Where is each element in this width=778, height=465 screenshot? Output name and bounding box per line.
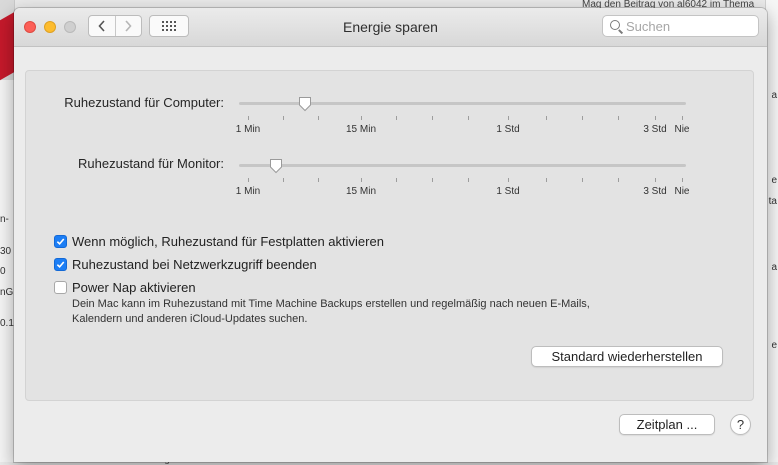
computer-sleep-slider-thumb[interactable] — [298, 96, 312, 112]
slider-tick — [468, 116, 469, 120]
background-text: 0 — [0, 266, 6, 277]
help-button[interactable]: ? — [730, 414, 751, 435]
checkbox-unchecked[interactable] — [54, 281, 67, 294]
slider-tick-label: 1 Std — [496, 124, 520, 135]
checkbox-label: Ruhezustand bei Netzwerkzugriff beenden — [72, 257, 317, 272]
background-text: e — [771, 340, 777, 351]
checkmark-icon — [56, 238, 65, 246]
checkbox-label: Wenn möglich, Ruhezustand für Festplatte… — [72, 234, 384, 249]
slider-tick-label: 15 Min — [345, 186, 377, 197]
background-text: n- — [0, 214, 9, 225]
slider-tick — [361, 178, 362, 182]
slider-tick — [361, 116, 362, 120]
search-field[interactable]: Suchen — [602, 15, 759, 37]
title-bar: Energie sparen Suchen — [14, 8, 767, 47]
monitor-sleep-slider-thumb[interactable] — [269, 158, 283, 174]
slider-tick — [618, 178, 619, 182]
background-text: 0.1 — [0, 318, 14, 329]
slider-tick — [248, 178, 249, 182]
slider-tick — [432, 116, 433, 120]
background-text: a — [771, 90, 777, 101]
checkbox-wake-network[interactable]: Ruhezustand bei Netzwerkzugriff beenden — [54, 257, 317, 272]
search-placeholder: Suchen — [626, 19, 671, 34]
energy-saver-window: Energie sparen Suchen Ruhezustand für Co… — [14, 8, 767, 462]
slider-tick — [396, 178, 397, 182]
slider-tick — [682, 116, 683, 120]
slider-tick-label: Nie — [674, 186, 690, 197]
checkbox-checked[interactable] — [54, 258, 67, 271]
computer-sleep-label: Ruhezustand für Computer: — [64, 95, 224, 110]
slider-tick — [582, 116, 583, 120]
slider-tick — [655, 178, 656, 182]
slider-tick — [248, 116, 249, 120]
checkbox-checked[interactable] — [54, 235, 67, 248]
power-nap-description: Dein Mac kann im Ruhezustand mit Time Ma… — [72, 298, 590, 325]
slider-tick — [318, 116, 319, 120]
slider-tick — [283, 178, 284, 182]
slider-tick — [546, 116, 547, 120]
checkbox-hard-disk-sleep[interactable]: Wenn möglich, Ruhezustand für Festplatte… — [54, 234, 384, 249]
slider-tick — [508, 178, 509, 182]
slider-tick — [582, 178, 583, 182]
slider-tick — [396, 116, 397, 120]
background-window-left: n- 30 0 nG 0.1 — [0, 0, 15, 462]
checkmark-icon — [56, 261, 65, 269]
schedule-button[interactable]: Zeitplan ... — [619, 414, 715, 435]
slider-tick-label: Nie — [674, 124, 690, 135]
slider-tick-label: 15 Min — [345, 124, 377, 135]
background-red-graphic — [0, 12, 14, 84]
background-text: nG — [0, 287, 14, 298]
checkbox-power-nap[interactable]: Power Nap aktivieren — [54, 280, 196, 295]
slider-tick — [283, 116, 284, 120]
restore-defaults-button[interactable]: Standard wiederherstellen — [531, 346, 723, 367]
slider-tick — [508, 116, 509, 120]
slider-tick-label: 3 Std — [643, 124, 667, 135]
monitor-sleep-slider[interactable] — [239, 164, 686, 167]
search-icon — [610, 20, 620, 30]
background-text: a — [771, 262, 777, 273]
slider-tick — [682, 178, 683, 182]
slider-tick — [655, 116, 656, 120]
slider-tick — [468, 178, 469, 182]
background-text: e — [771, 175, 777, 186]
slider-tick — [546, 178, 547, 182]
slider-tick — [432, 178, 433, 182]
slider-tick-label: 1 Std — [496, 186, 520, 197]
checkbox-label: Power Nap aktivieren — [72, 280, 196, 295]
background-text: ta — [768, 196, 777, 207]
background-text: 30 — [0, 246, 12, 257]
slider-tick-label: 3 Std — [643, 186, 667, 197]
slider-tick — [318, 178, 319, 182]
slider-tick-label: 1 Min — [235, 186, 261, 197]
slider-tick-label: 1 Min — [235, 124, 261, 135]
slider-tick — [618, 116, 619, 120]
monitor-sleep-label: Ruhezustand für Monitor: — [78, 156, 224, 171]
